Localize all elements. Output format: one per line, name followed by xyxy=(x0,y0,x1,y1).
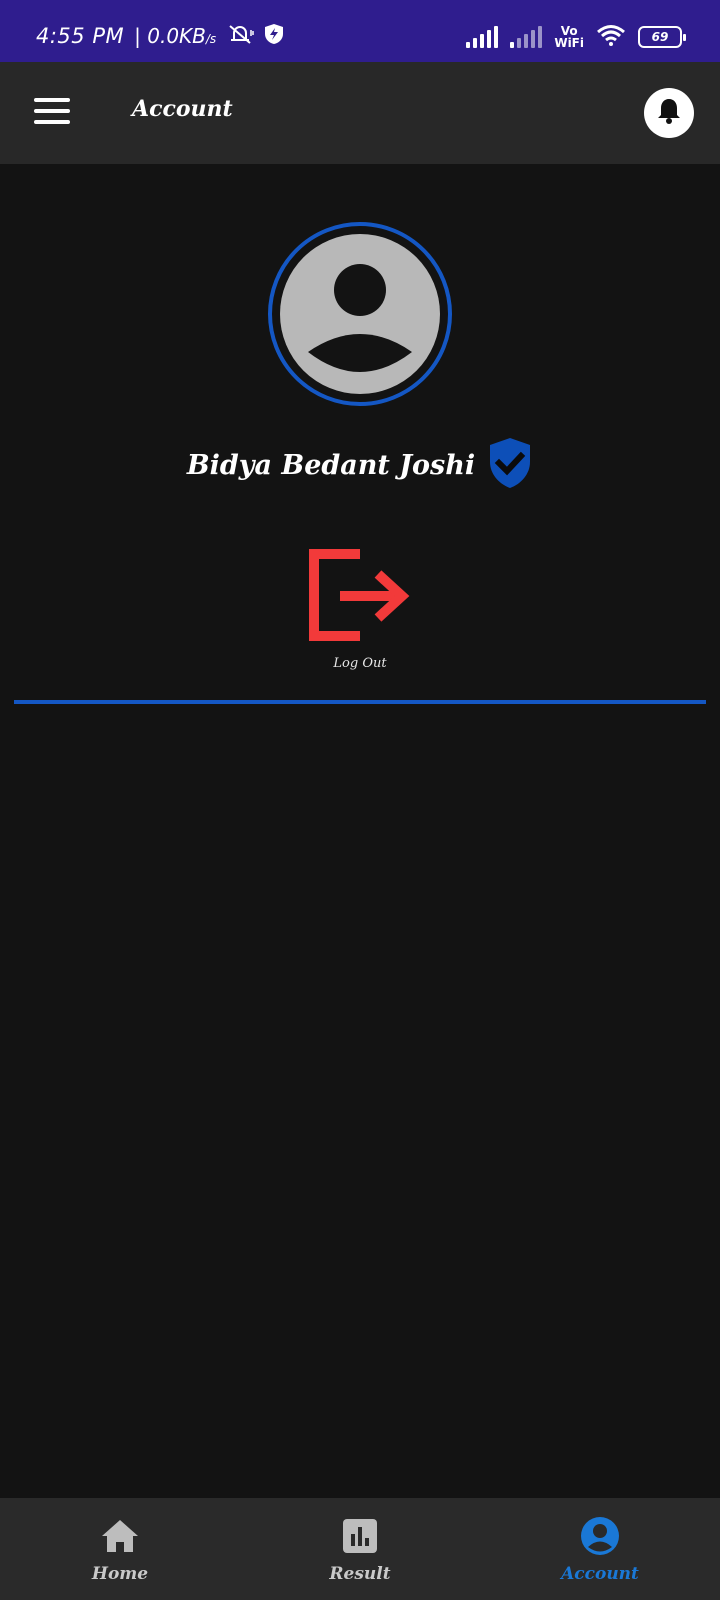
nav-item-account[interactable]: Account xyxy=(480,1498,720,1600)
home-icon xyxy=(100,1516,140,1556)
status-right: Vo WiFi 69 xyxy=(466,24,686,50)
signal-icon-2 xyxy=(510,26,543,48)
signal-icon xyxy=(466,26,499,48)
logout-button[interactable]: Log Out xyxy=(300,548,420,678)
account-circle-icon xyxy=(580,1516,620,1556)
avatar[interactable] xyxy=(280,234,440,394)
status-left: 4:55 PM | 0.0KB/s xyxy=(36,22,284,50)
network-speed-value: 0.0KB xyxy=(147,24,206,48)
status-time: 4:55 PM xyxy=(36,24,125,48)
avatar-ring xyxy=(268,222,452,406)
bar-chart-icon xyxy=(340,1516,380,1556)
user-name: Bidya Bedant Joshi xyxy=(186,449,476,481)
vowifi-indicator: Vo WiFi xyxy=(554,25,584,49)
nav-label-home: Home xyxy=(91,1564,149,1584)
section-divider xyxy=(14,700,706,704)
vowifi-line-2: WiFi xyxy=(554,36,584,50)
profile-name-row: Bidya Bedant Joshi xyxy=(0,436,720,494)
nav-item-home[interactable]: Home xyxy=(0,1498,240,1600)
bottom-nav: Home Result Account xyxy=(0,1498,720,1600)
page-title: Account xyxy=(132,96,233,122)
nav-item-result[interactable]: Result xyxy=(240,1498,480,1600)
app-bar: Account xyxy=(0,62,720,164)
nav-label-result: Result xyxy=(329,1564,391,1584)
battery-level: 69 xyxy=(651,30,669,44)
battery-icon: 69 xyxy=(638,26,686,48)
status-bar: 4:55 PM | 0.0KB/s Vo WiFi 69 xyxy=(0,0,720,62)
shield-bolt-icon xyxy=(264,23,284,49)
wifi-icon xyxy=(596,24,626,50)
notification-button[interactable] xyxy=(644,88,694,138)
default-user-icon xyxy=(308,264,412,372)
mute-notification-icon xyxy=(226,22,254,50)
verified-shield-icon xyxy=(487,436,533,494)
logout-label: Log Out xyxy=(333,656,387,671)
bell-icon xyxy=(654,96,684,130)
network-speed-unit: /s xyxy=(205,32,217,46)
nav-label-account: Account xyxy=(561,1564,639,1584)
network-speed: | 0.0KB/s xyxy=(134,24,217,48)
hamburger-menu-icon[interactable] xyxy=(34,98,70,124)
